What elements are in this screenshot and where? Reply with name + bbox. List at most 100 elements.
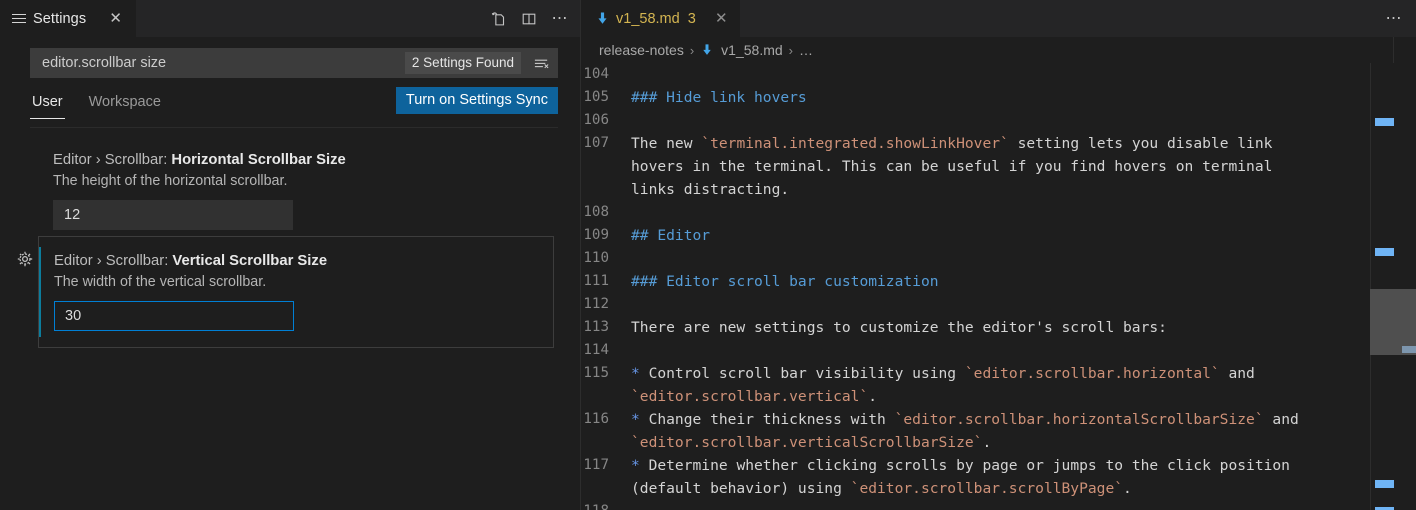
code-line-text: The new `terminal.integrated.showLinkHov…: [631, 132, 1272, 155]
minimap[interactable]: [1370, 63, 1394, 510]
line-number: [581, 178, 631, 201]
tab-workspace[interactable]: Workspace: [87, 92, 163, 119]
code-line[interactable]: links distracting.: [581, 178, 1416, 201]
line-number: [581, 385, 631, 408]
code-token: .: [1123, 480, 1132, 497]
more-actions-glyph: ⋯: [1386, 11, 1403, 27]
settings-editor-pane: Settings ✕ ⋯: [0, 0, 580, 510]
breadcrumb-item-folder[interactable]: release-notes: [599, 42, 684, 58]
code-line[interactable]: 110: [581, 247, 1416, 270]
code-line-text: ### Editor scroll bar customization: [631, 270, 939, 293]
code-line[interactable]: 115* Control scroll bar visibility using…: [581, 362, 1416, 385]
breadcrumb-item-symbol[interactable]: …: [799, 42, 813, 58]
line-number: 105: [581, 86, 631, 109]
code-line-text: (default behavior) using `editor.scrollb…: [631, 477, 1132, 500]
code-line[interactable]: `editor.scrollbar.vertical`.: [581, 385, 1416, 408]
minimap-line-mark: [1375, 248, 1395, 256]
code-line-text: hovers in the terminal. This can be usef…: [631, 155, 1272, 178]
code-line[interactable]: 106: [581, 109, 1416, 132]
line-number: [581, 155, 631, 178]
code-token: and: [1220, 365, 1255, 382]
search-input-value[interactable]: editor.scrollbar size: [30, 55, 405, 71]
line-number: [581, 477, 631, 500]
turn-on-settings-sync-button[interactable]: Turn on Settings Sync: [396, 87, 558, 114]
code-content[interactable]: 104105### Hide link hovers106107The new …: [581, 63, 1416, 510]
code-token: (default behavior) using: [631, 480, 851, 497]
code-token: Change their thickness with: [649, 411, 895, 428]
code-editor-pane: v1_58.md 3 ✕ ⋯ release-notes › v1_58.md …: [580, 0, 1416, 510]
code-line[interactable]: 111### Editor scroll bar customization: [581, 270, 1416, 293]
line-number: 109: [581, 224, 631, 247]
more-actions-glyph: ⋯: [552, 11, 569, 27]
line-number: 106: [581, 109, 631, 132]
code-token: *: [631, 457, 649, 474]
setting-value-input[interactable]: 12: [53, 200, 293, 230]
line-number: 107: [581, 132, 631, 155]
setting-row-horizontal-scrollbar-size[interactable]: Editor › Scrollbar: Horizontal Scrollbar…: [0, 146, 580, 236]
scrollbar-thumb[interactable]: [1370, 289, 1416, 355]
line-number: 116: [581, 408, 631, 431]
more-actions-icon[interactable]: ⋯: [546, 5, 574, 33]
code-line-text: ## Editor: [631, 224, 710, 247]
settings-gear-icon[interactable]: [16, 250, 34, 268]
line-number: 111: [581, 270, 631, 293]
open-settings-json-icon[interactable]: [484, 5, 512, 33]
code-token: hovers in the terminal. This can be usef…: [631, 158, 1272, 175]
setting-name: Vertical Scrollbar Size: [172, 253, 327, 269]
tab-label: v1_58.md: [616, 11, 680, 27]
tab-user[interactable]: User: [30, 92, 65, 119]
code-token: `editor.scrollbar.vertical`: [631, 388, 868, 405]
code-line-text: * Control scroll bar visibility using `e…: [631, 362, 1255, 385]
code-line-text: links distracting.: [631, 178, 789, 201]
code-line[interactable]: `editor.scrollbar.verticalScrollbarSize`…: [581, 431, 1416, 454]
search-input[interactable]: editor.scrollbar size 2 Settings Found: [30, 48, 558, 78]
code-line-text: There are new settings to customize the …: [631, 316, 1167, 339]
line-number: 112: [581, 293, 631, 316]
code-line[interactable]: 113There are new settings to customize t…: [581, 316, 1416, 339]
code-token: ## Editor: [631, 227, 710, 244]
setting-value-input[interactable]: 30: [54, 301, 294, 331]
tab-v1-58-md[interactable]: v1_58.md 3 ✕: [581, 0, 741, 37]
code-line[interactable]: 118: [581, 500, 1416, 510]
code-line[interactable]: 117* Determine whether clicking scrolls …: [581, 454, 1416, 477]
code-token: `editor.scrollbar.scrollByPage`: [851, 480, 1123, 497]
close-icon[interactable]: ✕: [712, 9, 731, 28]
breadcrumb-item-file[interactable]: v1_58.md: [721, 42, 782, 58]
code-line[interactable]: 114: [581, 339, 1416, 362]
chevron-right-icon: ›: [690, 43, 694, 58]
code-line-text: `editor.scrollbar.vertical`.: [631, 385, 877, 408]
code-line[interactable]: 109## Editor: [581, 224, 1416, 247]
code-token: ### Editor scroll bar customization: [631, 273, 939, 290]
minimap-line-mark: [1375, 480, 1395, 488]
overview-ruler-scrollbar[interactable]: [1394, 63, 1416, 510]
settings-search-row: editor.scrollbar size 2 Settings Found: [0, 37, 580, 78]
code-token: and: [1264, 411, 1299, 428]
code-token: Control scroll bar visibility using: [649, 365, 965, 382]
close-icon[interactable]: ✕: [106, 9, 125, 28]
vscode-window: Settings ✕ ⋯: [0, 0, 1416, 510]
code-line[interactable]: 104: [581, 63, 1416, 86]
code-line[interactable]: 108: [581, 201, 1416, 224]
line-number: 115: [581, 362, 631, 385]
code-line[interactable]: 107The new `terminal.integrated.showLink…: [581, 132, 1416, 155]
code-line[interactable]: (default behavior) using `editor.scrollb…: [581, 477, 1416, 500]
tab-settings[interactable]: Settings ✕: [0, 0, 137, 37]
code-line[interactable]: hovers in the terminal. This can be usef…: [581, 155, 1416, 178]
clear-filter-icon[interactable]: [527, 50, 555, 76]
code-token: links distracting.: [631, 181, 789, 198]
code-token: `editor.scrollbar.horizontal`: [965, 365, 1220, 382]
code-line[interactable]: 105### Hide link hovers: [581, 86, 1416, 109]
setting-row-vertical-scrollbar-size[interactable]: Editor › Scrollbar: Vertical Scrollbar S…: [38, 236, 554, 348]
code-token: .: [868, 388, 877, 405]
more-actions-icon[interactable]: ⋯: [1380, 5, 1408, 33]
setting-category: Editor › Scrollbar:: [53, 152, 171, 168]
code-line[interactable]: 112: [581, 293, 1416, 316]
setting-modified-indicator: [39, 247, 41, 337]
code-line[interactable]: 116* Change their thickness with `editor…: [581, 408, 1416, 431]
code-token: *: [631, 411, 649, 428]
code-line-text: ### Hide link hovers: [631, 86, 807, 109]
line-number: 108: [581, 201, 631, 224]
split-editor-icon[interactable]: [515, 5, 543, 33]
code-line-text: `editor.scrollbar.verticalScrollbarSize`…: [631, 431, 991, 454]
settings-scope-tabs: User Workspace Turn on Settings Sync: [30, 92, 558, 128]
